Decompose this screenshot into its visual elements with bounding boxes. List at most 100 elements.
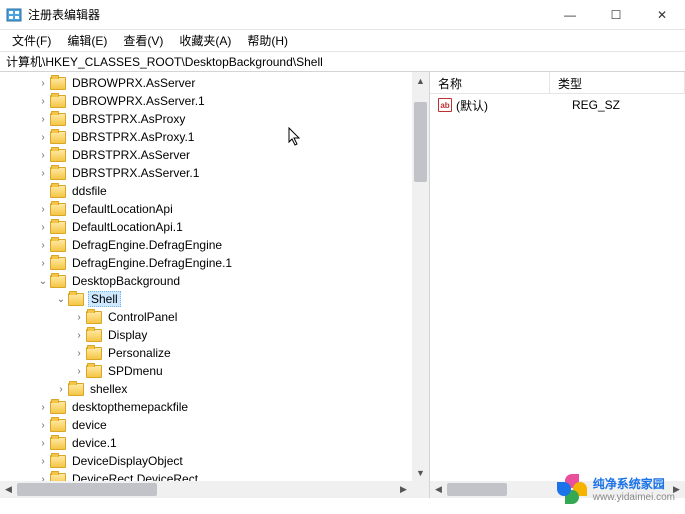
close-button[interactable]: ✕ <box>639 0 685 29</box>
chevron-right-icon[interactable]: › <box>72 312 86 323</box>
chevron-right-icon[interactable]: › <box>36 474 50 482</box>
folder-icon <box>50 437 66 450</box>
content-area: ›DBROWPRX.AsServer›DBROWPRX.AsServer.1›D… <box>0 72 685 498</box>
window-title: 注册表编辑器 <box>28 6 547 23</box>
tree-item[interactable]: ›DeviceRect.DeviceRect <box>0 470 412 481</box>
tree-item[interactable]: ›shellex <box>0 380 412 398</box>
chevron-right-icon[interactable]: › <box>36 204 50 215</box>
scroll-down-icon[interactable]: ▼ <box>412 464 429 481</box>
folder-icon <box>50 131 66 144</box>
scroll-right-icon[interactable]: ▶ <box>668 484 685 495</box>
tree-item[interactable]: ›DefragEngine.DefragEngine.1 <box>0 254 412 272</box>
scroll-right-icon[interactable]: ▶ <box>395 484 412 495</box>
hscroll-thumb[interactable] <box>447 483 507 496</box>
tree-vscrollbar[interactable]: ▲ ▼ <box>412 72 429 481</box>
tree-item-label: DBROWPRX.AsServer.1 <box>70 94 207 108</box>
tree-item[interactable]: ›desktopthemepackfile <box>0 398 412 416</box>
tree-item[interactable]: ⌄ DesktopBackground <box>0 272 412 290</box>
chevron-right-icon[interactable]: › <box>72 366 86 377</box>
tree-item[interactable]: ›DeviceDisplayObject <box>0 452 412 470</box>
tree-item[interactable]: ›DefaultLocationApi.1 <box>0 218 412 236</box>
chevron-right-icon[interactable]: › <box>36 78 50 89</box>
menu-file[interactable]: 文件(F) <box>4 30 59 51</box>
tree-item[interactable]: ›DBRSTPRX.AsServer <box>0 146 412 164</box>
scroll-left-icon[interactable]: ◀ <box>0 484 17 495</box>
chevron-right-icon[interactable]: › <box>36 222 50 233</box>
tree-item[interactable]: › device <box>0 416 412 434</box>
tree-item[interactable]: › SPDmenu <box>0 362 412 380</box>
chevron-right-icon[interactable]: › <box>36 114 50 125</box>
chevron-right-icon[interactable]: › <box>36 402 50 413</box>
chevron-right-icon[interactable]: › <box>36 438 50 449</box>
chevron-right-icon[interactable]: › <box>36 150 50 161</box>
tree-item-label: DefragEngine.DefragEngine <box>70 238 224 252</box>
tree-item[interactable]: › Display <box>0 326 412 344</box>
chevron-right-icon[interactable]: › <box>36 168 50 179</box>
tree-item[interactable]: › DBROWPRX.AsServer.1 <box>0 92 412 110</box>
tree-item[interactable]: › ControlPanel <box>0 308 412 326</box>
minimize-button[interactable]: — <box>547 0 593 29</box>
chevron-right-icon[interactable]: › <box>36 132 50 143</box>
scroll-up-icon[interactable]: ▲ <box>412 72 429 89</box>
tree-item[interactable]: › DefragEngine.DefragEngine <box>0 236 412 254</box>
chevron-right-icon[interactable]: › <box>36 456 50 467</box>
folder-icon <box>86 329 102 342</box>
tree-list[interactable]: ›DBROWPRX.AsServer›DBROWPRX.AsServer.1›D… <box>0 72 412 481</box>
tree-item-label: Display <box>106 328 149 342</box>
scroll-left-icon[interactable]: ◀ <box>430 484 447 495</box>
chevron-right-icon[interactable]: › <box>36 96 50 107</box>
tree-item[interactable]: ⌄ Shell <box>0 290 412 308</box>
chevron-down-icon[interactable]: ⌄ <box>54 294 68 305</box>
tree-item[interactable]: › DBRSTPRX.AsServer.1 <box>0 164 412 182</box>
tree-item-label: device <box>70 418 109 432</box>
chevron-right-icon[interactable]: › <box>72 330 86 341</box>
column-name[interactable]: 名称 <box>430 72 550 93</box>
menu-help[interactable]: 帮助(H) <box>239 30 296 51</box>
tree-item-label: DesktopBackground <box>70 274 182 288</box>
tree-item[interactable]: ›DefaultLocationApi <box>0 200 412 218</box>
menubar: 文件(F) 编辑(E) 查看(V) 收藏夹(A) 帮助(H) <box>0 30 685 52</box>
tree-item-label: SPDmenu <box>106 364 165 378</box>
window-buttons: — ☐ ✕ <box>547 0 685 29</box>
chevron-right-icon[interactable]: › <box>36 240 50 251</box>
menu-view[interactable]: 查看(V) <box>115 30 171 51</box>
chevron-right-icon[interactable]: › <box>54 384 68 395</box>
list-row[interactable]: (默认)REG_SZ <box>430 96 685 114</box>
scroll-thumb[interactable] <box>414 102 427 182</box>
regedit-icon <box>6 7 22 23</box>
list-header: 名称 类型 <box>430 72 685 94</box>
tree-item-label: DBROWPRX.AsServer <box>70 76 197 90</box>
tree-item-label: Shell <box>88 291 121 307</box>
chevron-right-icon[interactable]: › <box>36 258 50 269</box>
tree-hscrollbar[interactable]: ◀ ▶ <box>0 481 412 498</box>
folder-icon <box>50 257 66 270</box>
tree-item[interactable]: ›device.1 <box>0 434 412 452</box>
folder-icon <box>50 95 66 108</box>
chevron-down-icon[interactable]: ⌄ <box>36 276 50 287</box>
address-bar[interactable]: 计算机\HKEY_CLASSES_ROOT\DesktopBackground\… <box>0 52 685 72</box>
tree-item-label: DBRSTPRX.AsServer.1 <box>70 166 201 180</box>
tree-item[interactable]: ›Personalize <box>0 344 412 362</box>
hscroll-thumb[interactable] <box>17 483 157 496</box>
tree-item-label: ControlPanel <box>106 310 179 324</box>
menu-edit[interactable]: 编辑(E) <box>59 30 115 51</box>
list-body[interactable]: (默认)REG_SZ <box>430 94 685 114</box>
folder-icon <box>50 203 66 216</box>
tree-item[interactable]: ddsfile <box>0 182 412 200</box>
tree-item-label: DBRSTPRX.AsProxy <box>70 112 187 126</box>
folder-icon <box>50 113 66 126</box>
maximize-button[interactable]: ☐ <box>593 0 639 29</box>
tree-item[interactable]: › DBRSTPRX.AsProxy <box>0 110 412 128</box>
folder-icon <box>50 77 66 90</box>
tree-item[interactable]: › DBRSTPRX.AsProxy.1 <box>0 128 412 146</box>
list-hscrollbar[interactable]: ◀ ▶ <box>430 481 685 498</box>
folder-icon <box>50 221 66 234</box>
chevron-right-icon[interactable]: › <box>72 348 86 359</box>
folder-icon <box>68 293 84 306</box>
tree-item-label: DBRSTPRX.AsProxy.1 <box>70 130 196 144</box>
tree-pane: ›DBROWPRX.AsServer›DBROWPRX.AsServer.1›D… <box>0 72 430 498</box>
column-type[interactable]: 类型 <box>550 72 685 93</box>
chevron-right-icon[interactable]: › <box>36 420 50 431</box>
menu-favorites[interactable]: 收藏夹(A) <box>171 30 239 51</box>
tree-item[interactable]: › DBROWPRX.AsServer <box>0 74 412 92</box>
